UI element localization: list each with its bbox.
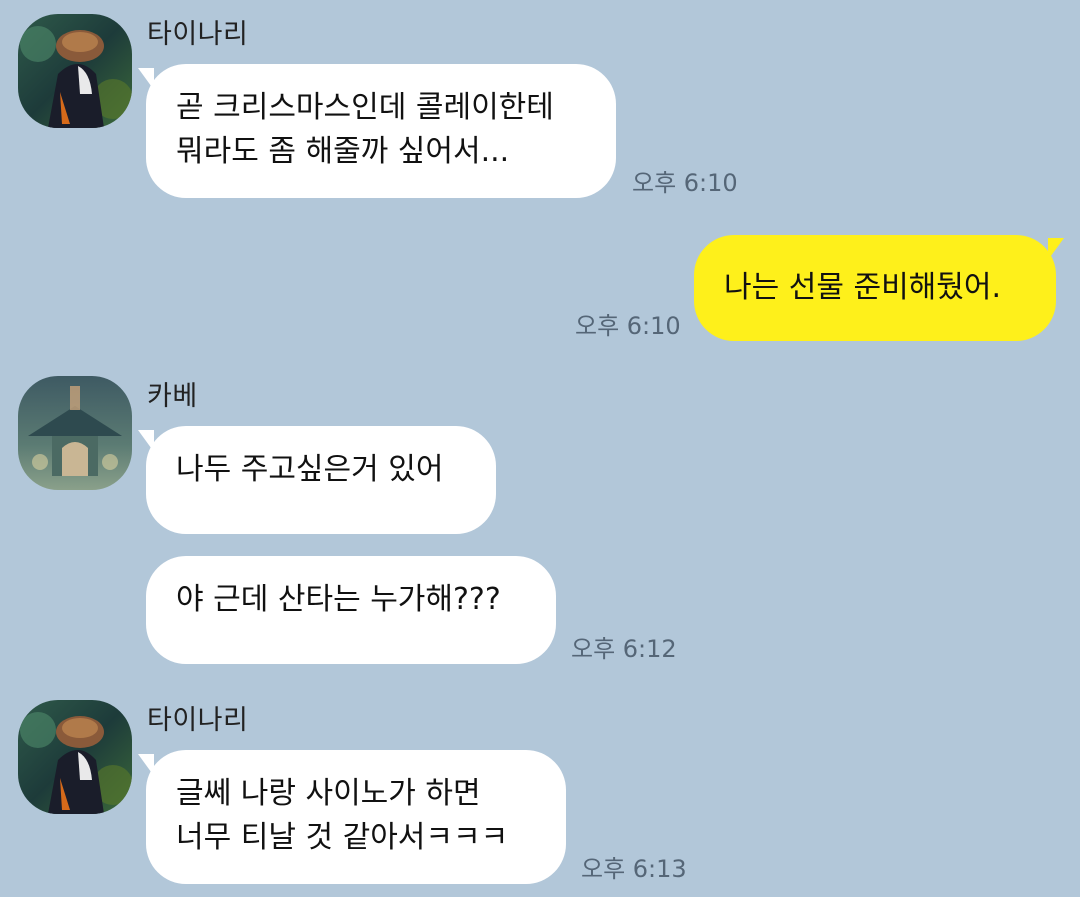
sender-name: 카베 (147, 381, 198, 412)
sender-avatar[interactable] (18, 376, 132, 490)
message-bubble[interactable]: 글쎄 나랑 사이노가 하면 너무 티날 것 같아서ㅋㅋㅋ (146, 750, 566, 884)
sender-name: 타이나리 (147, 19, 249, 50)
message-timestamp: 오후 6:12 (571, 635, 677, 663)
bubble-tail (1048, 238, 1064, 260)
sender-avatar[interactable] (18, 14, 132, 128)
avatar-image (18, 14, 132, 128)
message-timestamp: 오후 6:13 (581, 855, 687, 883)
sender-avatar[interactable] (18, 700, 132, 814)
message-timestamp: 오후 6:10 (632, 169, 738, 197)
sender-name: 타이나리 (147, 705, 249, 736)
message-bubble[interactable]: 나두 주고싶은거 있어 (146, 426, 496, 534)
message-bubble[interactable]: 곧 크리스마스인데 콜레이한테 뭐라도 좀 해줄까 싶어서... (146, 64, 616, 198)
avatar-image (18, 700, 132, 814)
avatar-image (18, 376, 132, 490)
my-message-bubble[interactable]: 나는 선물 준비해뒀어. (694, 235, 1056, 341)
chat-room[interactable]: 타이나리 곧 크리스마스인데 콜레이한테 뭐라도 좀 해줄까 싶어서... 오후… (0, 0, 1080, 897)
message-timestamp: 오후 6:10 (575, 312, 681, 340)
message-bubble[interactable]: 야 근데 산타는 누가해??? (146, 556, 556, 664)
